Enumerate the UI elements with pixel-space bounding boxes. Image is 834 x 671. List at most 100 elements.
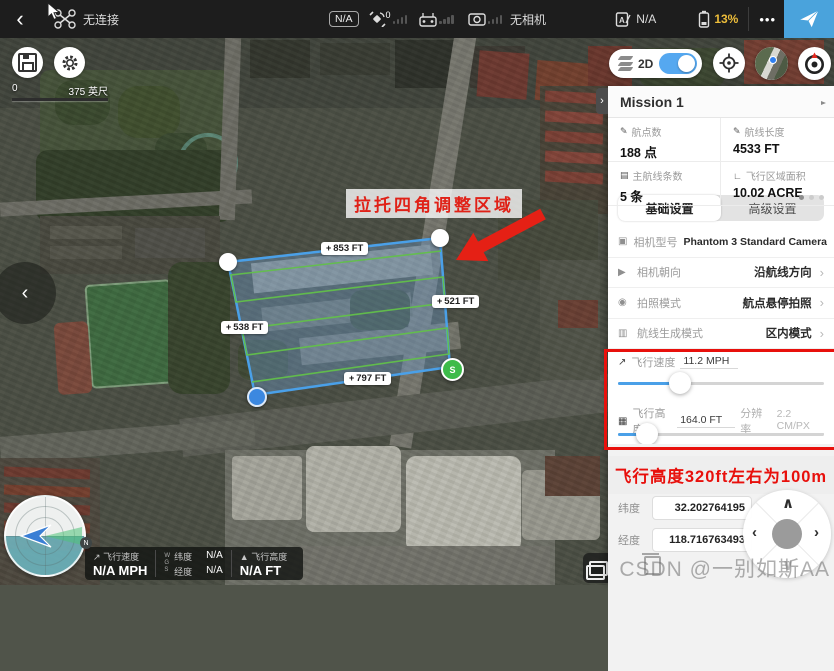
- drag-handle-icon: +: [437, 296, 442, 306]
- scale-start: 0: [12, 83, 18, 98]
- locate-me-button[interactable]: [713, 47, 745, 79]
- speed-slider[interactable]: [618, 382, 824, 385]
- dpad-left-icon[interactable]: ‹: [752, 524, 757, 541]
- connection-status: 无连接: [83, 11, 119, 28]
- wgs-label: WGS: [164, 553, 170, 574]
- area-icon: ∟: [733, 171, 742, 181]
- drag-handle-icon: +: [349, 373, 354, 383]
- photo-mode-icon: ◉: [618, 297, 631, 308]
- polygon-corner-handle[interactable]: [219, 253, 237, 271]
- chevron-right-icon: ›: [820, 265, 824, 280]
- map-mode-label: 2D: [638, 57, 653, 71]
- watermark: CSDN @一别如斯AA: [619, 553, 830, 583]
- stat-main-lines: ▤主航线条数 5 条: [608, 162, 721, 206]
- camera-signal-bars: [488, 15, 503, 24]
- photos-icon: [589, 561, 608, 576]
- waypoints-icon: ✎: [620, 126, 628, 137]
- altitude-value-field[interactable]: 164.0 FT: [677, 414, 735, 428]
- satellite-count: 0: [386, 10, 391, 20]
- latitude-input[interactable]: 32.202764195: [652, 496, 752, 520]
- compass-icon: [803, 52, 826, 75]
- mission-stats: ✎航点数 188 点 ✎航线长度 4533 FT ▤主航线条数 5 条 ∟飞行区…: [608, 118, 834, 187]
- drag-handle-icon: +: [226, 322, 231, 332]
- speed-slider-thumb[interactable]: [669, 372, 691, 394]
- rc-signal-bars: [439, 15, 454, 24]
- stats-page-dots[interactable]: [799, 195, 824, 200]
- gear-icon: [61, 54, 79, 72]
- polygon-corner-handle-selected[interactable]: [247, 387, 267, 407]
- save-icon: [18, 53, 37, 72]
- start-flight-button[interactable]: [784, 0, 834, 38]
- more-menu-button[interactable]: •••: [759, 12, 776, 27]
- telemetry-altitude: ▲ 飞行高度 N/A FT: [232, 547, 295, 580]
- panel-collapse-tab[interactable]: ›: [596, 88, 608, 114]
- speed-icon: ↗: [618, 357, 626, 368]
- chevron-right-icon: ›: [820, 295, 824, 310]
- attitude-compass: N: [4, 495, 86, 577]
- save-mission-button[interactable]: [12, 47, 43, 78]
- telemetry-speed: ↗ 飞行速度 N/A MPH: [85, 547, 155, 580]
- paper-plane-icon: [798, 9, 820, 29]
- layers-icon: [619, 56, 632, 71]
- setting-camera-heading[interactable]: ▶ 相机朝向 沿航线方向 ›: [608, 258, 834, 289]
- setting-route-mode[interactable]: ▥ 航线生成模式 区内模式 ›: [608, 319, 834, 350]
- edge-length-label[interactable]: +538 FT: [221, 321, 268, 334]
- camera-icon: ▣: [618, 236, 627, 247]
- 2d-toggle-switch[interactable]: [659, 53, 697, 74]
- aircraft-heading-arrow: [19, 523, 53, 549]
- chevron-left-icon: ‹: [22, 282, 29, 305]
- mouse-cursor: [47, 2, 61, 22]
- edge-length-label[interactable]: +853 FT: [321, 242, 368, 255]
- route-length-icon: ✎: [733, 126, 741, 137]
- camera-status: 无相机: [510, 11, 546, 28]
- altitude-icon: ▦: [618, 416, 627, 427]
- route-start-marker[interactable]: S: [441, 358, 464, 381]
- flight-mode-icon: A: [615, 11, 631, 28]
- flight-mode-value: N/A: [636, 12, 656, 26]
- start-marker-label: S: [449, 365, 455, 375]
- stat-area: ∟飞行区域面积 10.02 ACRE: [721, 162, 834, 206]
- polygon-corner-handle[interactable]: [431, 229, 449, 247]
- drag-handle-icon: +: [326, 243, 331, 253]
- compass-reset-button[interactable]: [798, 47, 831, 80]
- back-button[interactable]: ‹: [0, 0, 40, 38]
- chevron-right-icon: ›: [820, 326, 824, 341]
- battery-percent: 13%: [714, 12, 738, 26]
- setting-camera-model[interactable]: ▣ 相机型号 Phantom 3 Standard Camera ›: [608, 227, 834, 258]
- altitude-slider-thumb[interactable]: [636, 423, 658, 445]
- svg-text:A: A: [619, 16, 625, 25]
- dpad-up-icon[interactable]: ∧: [782, 494, 794, 512]
- altitude-slider[interactable]: [618, 433, 824, 436]
- setting-photo-mode[interactable]: ◉ 拍照模式 航点悬停拍照 ›: [608, 288, 834, 319]
- speed-value-field[interactable]: 11.2 MPH: [680, 355, 738, 369]
- longitude-input[interactable]: 118.716763493: [652, 528, 752, 552]
- speed-icon: ↗: [93, 552, 101, 562]
- edge-length-label[interactable]: +521 FT: [432, 295, 479, 308]
- route-mode-icon: ▥: [618, 328, 631, 339]
- dpad-right-icon[interactable]: ›: [814, 524, 819, 541]
- edge-length-label[interactable]: +797 FT: [344, 372, 391, 385]
- telemetry-bar: ↗ 飞行速度 N/A MPH WGS 纬度N/A 经度N/A ▲ 飞行高度 N/…: [85, 547, 303, 580]
- map-scale: 0 375 英尺: [12, 83, 108, 101]
- locate-icon: [719, 53, 739, 73]
- altitude-icon: ▲: [240, 552, 249, 562]
- map-layer-preview-button[interactable]: [755, 47, 788, 80]
- lines-icon: ▤: [620, 170, 629, 181]
- dpad-center[interactable]: [772, 519, 802, 549]
- flight-speed-slider-row: ↗ 飞行速度 11.2 MPH: [608, 349, 834, 400]
- telemetry-coordinates: WGS 纬度N/A 经度N/A: [156, 547, 230, 580]
- signal-na-badge: N/A: [329, 11, 359, 27]
- battery-icon: [698, 10, 710, 28]
- north-badge: N: [80, 537, 92, 549]
- scale-end: 375 英尺: [69, 83, 108, 98]
- satellite-icon: [369, 11, 386, 27]
- remote-controller-icon: [419, 12, 437, 27]
- heading-icon: ▶: [618, 267, 631, 278]
- satellite-signal-bars: [393, 15, 408, 24]
- stat-route-length: ✎航线长度 4533 FT: [721, 118, 834, 162]
- map-mode-toggle[interactable]: 2D: [609, 49, 702, 78]
- status-bar: ‹ 无连接 N/A 0 无相机 A N/A 13%: [0, 0, 834, 38]
- camera-icon: [468, 12, 486, 26]
- map-settings-button[interactable]: [54, 47, 85, 78]
- resolution-value: 2.2 CM/PX: [775, 408, 824, 434]
